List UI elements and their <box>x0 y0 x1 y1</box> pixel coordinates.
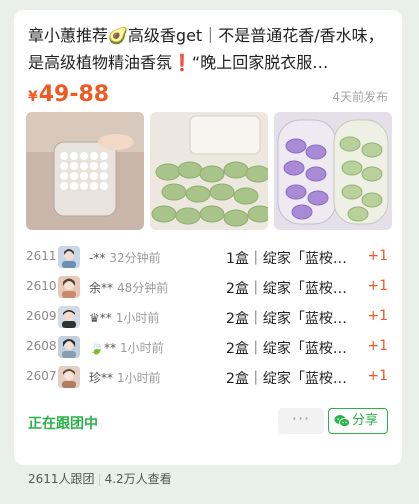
post-title[interactable]: 章小蕙推荐🥑高级香get｜不是普通花香/香水味，是高级植物精油香氛❗“晚上回家脱… <box>28 22 388 76</box>
participants-count: 2611人跟团 <box>28 472 95 486</box>
price: ¥49-88 <box>28 80 109 112</box>
order-row[interactable]: 2608 🍃** 1小时前 2盒｜绽家「蓝桉… +1 <box>14 336 402 358</box>
order-number: 2607 <box>26 369 57 383</box>
buyer-name: 🍃** <box>89 341 116 355</box>
share-button[interactable]: 分享 <box>328 408 388 434</box>
more-icon: ··· <box>291 409 311 428</box>
plus-one: +1 <box>367 338 388 354</box>
price-symbol: ¥ <box>28 89 38 105</box>
plus-one: +1 <box>367 248 388 264</box>
buyer-info: ♛** 1小时前 <box>89 309 159 326</box>
order-row[interactable]: 2611 -** 32分钟前 1盒｜绽家「蓝桉… +1 <box>14 246 402 268</box>
order-row[interactable]: 2609 ♛** 1小时前 2盒｜绽家「蓝桉… +1 <box>14 306 402 328</box>
group-buy-card[interactable]: 章小蕙推荐🥑高级香get｜不是普通花香/香水味，是高级植物精油香氛❗“晚上回家脱… <box>14 10 402 465</box>
share-label: 分享 <box>352 413 379 428</box>
buyer-info: 🍃** 1小时前 <box>89 339 164 356</box>
order-number: 2609 <box>26 309 57 323</box>
plus-one: +1 <box>367 368 388 384</box>
order-time: 1小时前 <box>115 311 160 325</box>
buyer-name: ♛** <box>89 311 112 325</box>
buyer-name: 珍** <box>89 371 114 385</box>
avatar <box>58 306 80 328</box>
avatar <box>58 366 80 388</box>
product-image-3[interactable] <box>274 112 392 230</box>
order-item: 1盒｜绽家「蓝桉… <box>226 251 347 267</box>
buyer-name: -** <box>89 251 106 265</box>
stats-divider: | <box>97 472 102 486</box>
product-image-2[interactable] <box>150 112 268 230</box>
order-row[interactable]: 2610 余** 48分钟前 2盒｜绽家「蓝桉… +1 <box>14 276 402 298</box>
product-image-1[interactable] <box>26 112 144 230</box>
more-button[interactable]: ··· <box>278 408 324 434</box>
order-time: 32分钟前 <box>109 251 161 265</box>
order-item: 2盒｜绽家「蓝桉… <box>226 281 347 297</box>
order-item: 2盒｜绽家「蓝桉… <box>226 311 347 327</box>
buyer-info: -** 32分钟前 <box>89 249 161 266</box>
order-number: 2608 <box>26 339 57 353</box>
order-time: 1小时前 <box>117 371 161 385</box>
posted-time: 4天前发布 <box>332 90 388 104</box>
buyer-info: 珍** 1小时前 <box>89 369 161 386</box>
plus-one: +1 <box>367 278 388 294</box>
buyer-name: 余** <box>89 281 114 295</box>
avatar <box>58 336 80 358</box>
views-count: 4.2万人查看 <box>104 472 172 486</box>
order-item: 2盒｜绽家「蓝桉… <box>226 341 347 357</box>
order-number: 2611 <box>26 249 57 263</box>
buyer-info: 余** 48分钟前 <box>89 279 168 296</box>
following-status: 正在跟团中 <box>28 416 98 432</box>
avatar <box>58 276 80 298</box>
avatar <box>58 246 80 268</box>
plus-one: +1 <box>367 308 388 324</box>
order-row[interactable]: 2607 珍** 1小时前 2盒｜绽家「蓝桉… +1 <box>14 366 402 388</box>
price-value: 49-88 <box>38 82 110 107</box>
group-stats: 2611人跟团 | 4.2万人查看 <box>28 470 172 487</box>
order-time: 1小时前 <box>119 341 164 355</box>
order-item: 2盒｜绽家「蓝桉… <box>226 371 347 387</box>
order-number: 2610 <box>26 279 57 293</box>
order-time: 48分钟前 <box>117 281 169 295</box>
wechat-share-icon <box>334 415 350 427</box>
